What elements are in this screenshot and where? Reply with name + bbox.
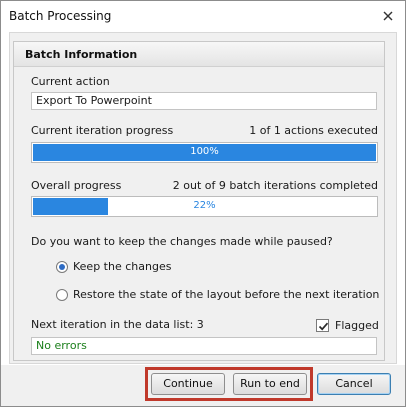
title-bar: Batch Processing xyxy=(1,1,405,32)
next-iteration-label: Next iteration in the data list: 3 xyxy=(31,318,204,331)
iteration-progress-bar: 100% xyxy=(31,142,378,163)
flagged-checkbox[interactable]: Flagged xyxy=(316,318,382,334)
flagged-label: Flagged xyxy=(335,319,379,332)
overall-progress-percent: 22% xyxy=(193,200,216,211)
radio-restore-state[interactable]: Restore the state of the layout before t… xyxy=(56,287,380,303)
paused-question: Do you want to keep the changes made whi… xyxy=(31,235,333,248)
radio-keep-changes[interactable]: Keep the changes xyxy=(56,259,356,275)
iteration-progress-percent: 100% xyxy=(190,146,219,157)
group-header: Batch Information xyxy=(14,42,384,67)
radio-label: Restore the state of the layout before t… xyxy=(73,288,380,301)
overall-progress-status: 2 out of 9 batch iterations completed xyxy=(172,179,378,192)
batch-information-group: Batch Information Current action Export … xyxy=(13,41,385,361)
radio-button[interactable] xyxy=(56,289,68,301)
close-icon[interactable] xyxy=(379,7,397,25)
cancel-button[interactable]: Cancel xyxy=(317,373,391,395)
highlight-box xyxy=(145,367,313,401)
group-title: Batch Information xyxy=(25,48,138,61)
batch-processing-dialog: Batch Processing Batch Information Curre… xyxy=(0,0,406,407)
current-action-field[interactable]: Export To Powerpoint xyxy=(31,92,377,110)
overall-progress-bar: 22% xyxy=(31,196,378,217)
current-action-label: Current action xyxy=(31,75,110,88)
checkmark-icon xyxy=(318,322,329,331)
checkbox[interactable] xyxy=(316,319,329,332)
radio-label: Keep the changes xyxy=(73,260,172,273)
overall-progress-label: Overall progress xyxy=(31,179,122,192)
radio-button[interactable] xyxy=(56,261,68,273)
status-message: No errors xyxy=(31,337,377,355)
window-title: Batch Processing xyxy=(9,9,112,23)
iteration-progress-label: Current iteration progress xyxy=(31,124,174,137)
iteration-progress-status: 1 of 1 actions executed xyxy=(249,124,378,137)
